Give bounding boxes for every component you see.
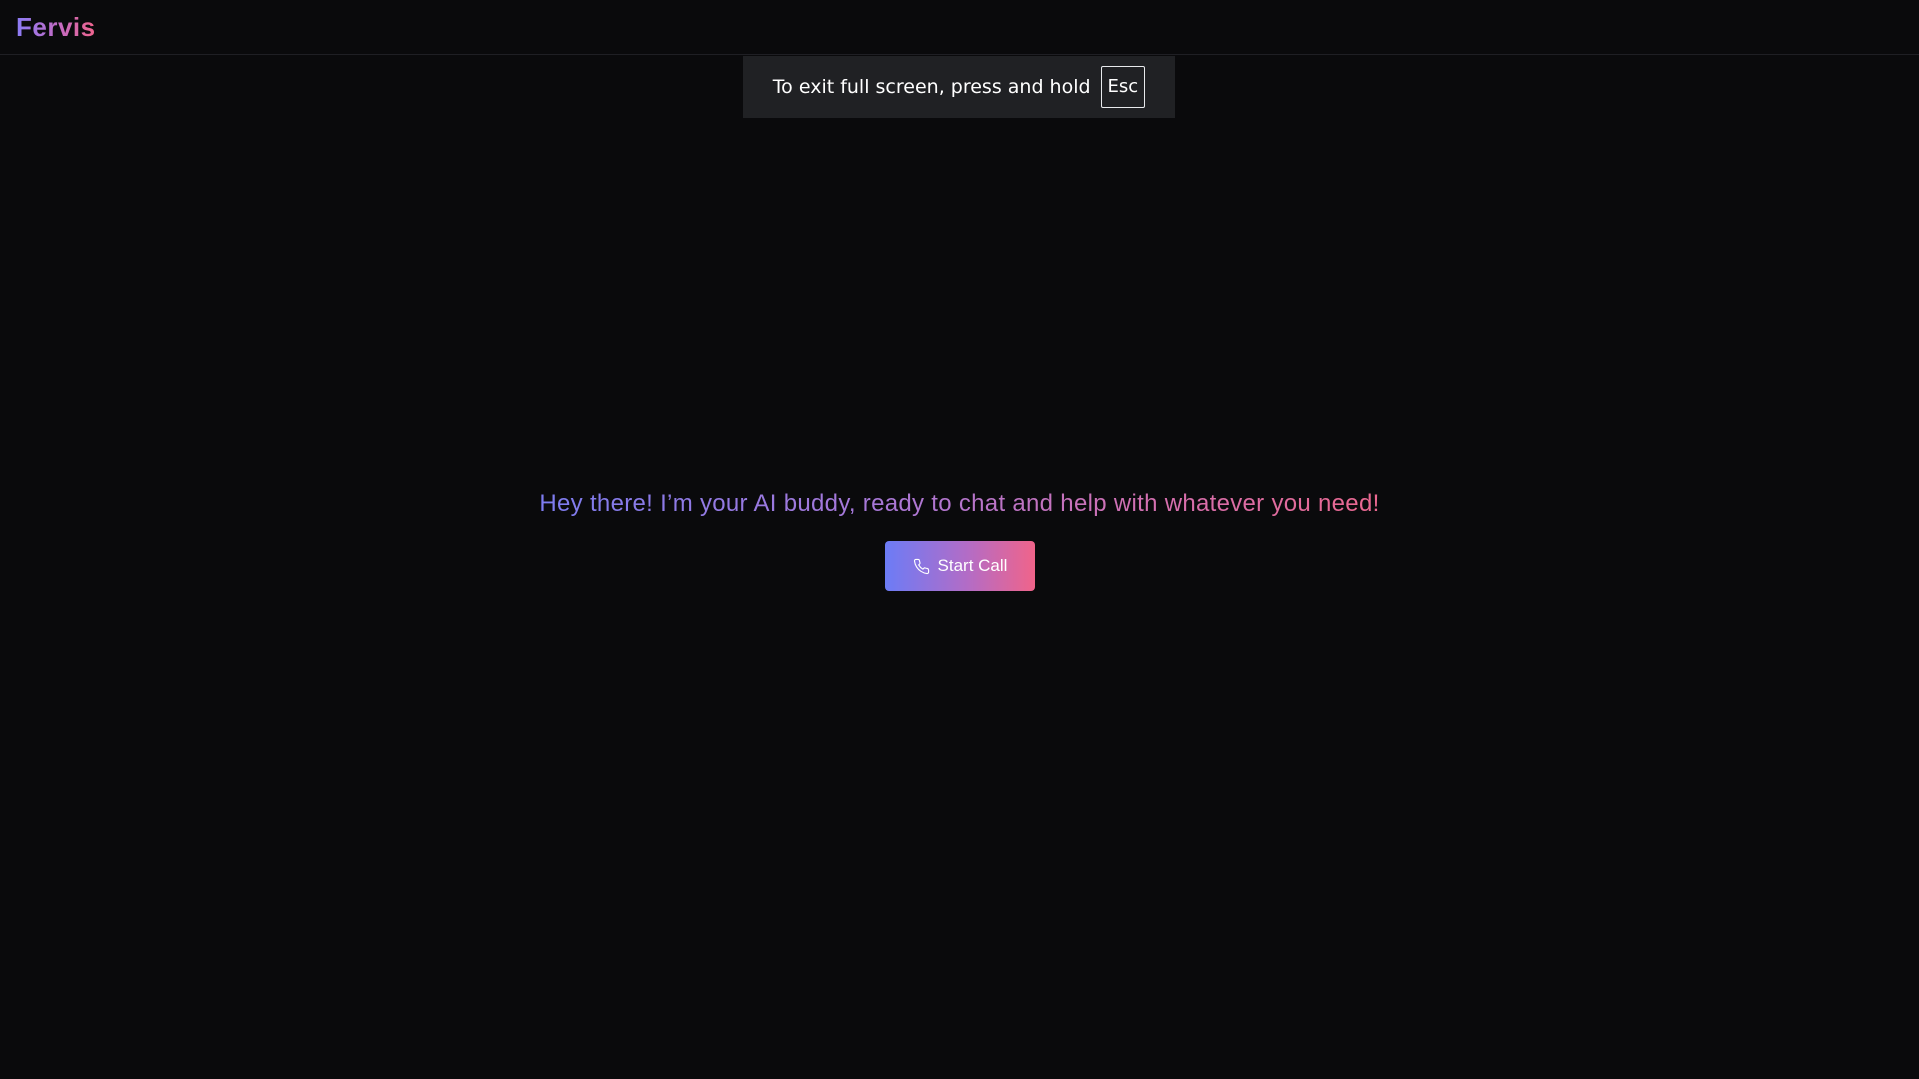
greeting-message: Hey there! I’m your AI buddy, ready to c… xyxy=(0,490,1919,518)
esc-key-hint: Esc xyxy=(1100,66,1146,108)
start-call-button[interactable]: Start Call xyxy=(885,541,1035,591)
fullscreen-notice-text: To exit full screen, press and hold xyxy=(772,76,1091,98)
greeting-text: Hey there! I’m your AI buddy, ready to c… xyxy=(539,490,1380,517)
fullscreen-exit-notice: To exit full screen, press and hold Esc xyxy=(743,56,1175,118)
top-bar: Fervis xyxy=(0,0,1919,55)
brand-logo[interactable]: Fervis xyxy=(16,12,96,43)
start-call-label: Start Call xyxy=(937,556,1008,575)
phone-icon xyxy=(913,558,929,574)
app-root: Fervis To exit full screen, press and ho… xyxy=(0,0,1919,1079)
